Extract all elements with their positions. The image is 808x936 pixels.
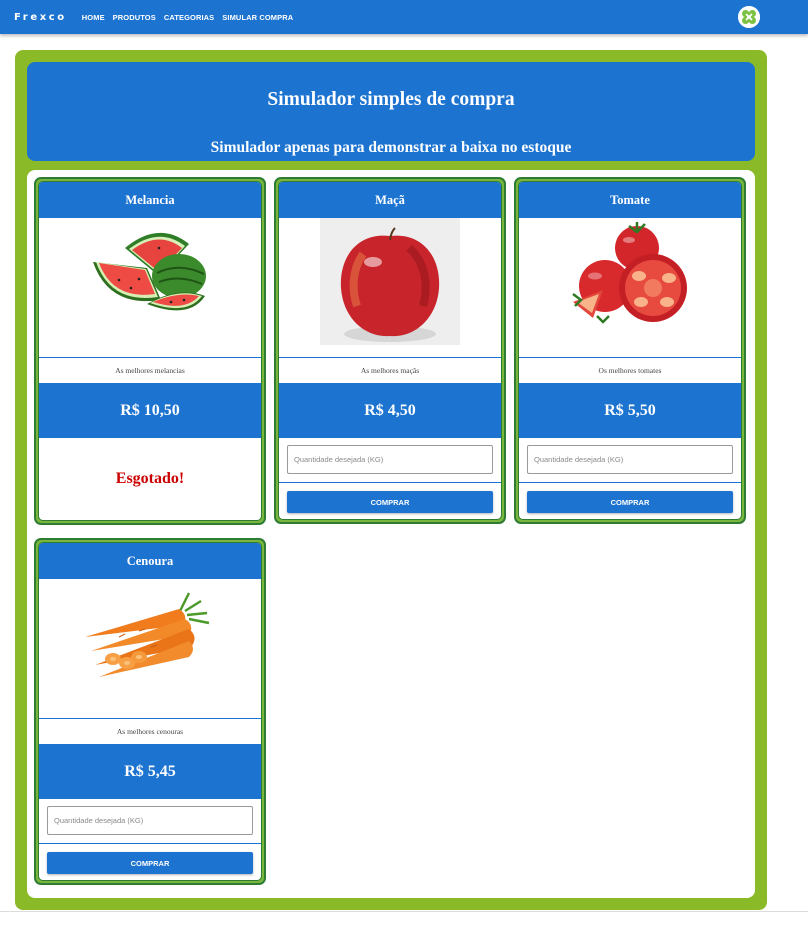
product-name: Maçã: [279, 182, 501, 218]
page-divider: [0, 911, 808, 912]
product-description: Os melhores tomates: [519, 358, 741, 384]
quantity-field-wrapper: [519, 438, 741, 483]
quantity-field-wrapper: [39, 799, 261, 844]
clover-logo-icon[interactable]: [738, 6, 760, 28]
product-price: R$ 5,50: [519, 384, 741, 438]
sold-out-label: Esgotado!: [115, 470, 185, 487]
buy-button-wrapper: COMPRAR: [519, 483, 741, 519]
product-card-cenoura: Cenoura As melhores cenouras R$ 5,45 Qua…: [34, 538, 266, 885]
product-description: As melhores cenouras: [39, 719, 261, 745]
nav-link-categorias[interactable]: CATEGORIAS: [164, 13, 214, 22]
nav-link-home[interactable]: HOME: [82, 13, 105, 22]
product-name: Tomate: [519, 182, 741, 218]
watermelon-image: [39, 218, 261, 358]
product-card-maca: Maçã As melhores maçãs R$ 4,50 Quantidad…: [274, 177, 506, 524]
quantity-input[interactable]: [287, 445, 493, 474]
product-card-melancia: Melancia As melhores melancias R$ 10,50 …: [34, 177, 266, 525]
quantity-field-wrapper: [279, 438, 501, 483]
navbar: Frexco HOME PRODUTOS CATEGORIAS SIMULAR …: [0, 0, 808, 34]
product-card-tomate: Tomate Os melhores tomates R$ 5,50 Quant…: [514, 177, 746, 524]
simulator-frame: Simulador simples de compra Simulador ap…: [15, 50, 767, 910]
page-title: Simulador simples de compra: [267, 89, 515, 110]
page-subtitle: Simulador apenas para demonstrar a baixa…: [210, 139, 572, 156]
product-name: Cenoura: [39, 543, 261, 579]
apple-image: [279, 218, 501, 358]
product-description: As melhores melancias: [39, 358, 261, 384]
buy-button-wrapper: COMPRAR: [279, 483, 501, 519]
quantity-input[interactable]: [527, 445, 733, 474]
buy-button[interactable]: COMPRAR: [47, 852, 253, 874]
buy-button[interactable]: COMPRAR: [527, 491, 733, 513]
nav-link-simular-compra[interactable]: SIMULAR COMPRA: [222, 13, 293, 22]
products-panel: Melancia As melhores melancias R$ 10,50 …: [27, 170, 755, 898]
hero-banner: Simulador simples de compra Simulador ap…: [27, 62, 755, 161]
product-price: R$ 4,50: [279, 384, 501, 438]
carrot-image: [39, 579, 261, 719]
product-price: R$ 5,45: [39, 745, 261, 799]
buy-button[interactable]: COMPRAR: [287, 491, 493, 513]
product-name: Melancia: [39, 182, 261, 218]
quantity-input[interactable]: [47, 806, 253, 835]
nav-links: HOME PRODUTOS CATEGORIAS SIMULAR COMPRA: [82, 13, 294, 22]
nav-link-produtos[interactable]: PRODUTOS: [113, 13, 156, 22]
product-price: R$ 10,50: [39, 384, 261, 438]
tomato-image: [519, 218, 741, 358]
buy-button-wrapper: COMPRAR: [39, 844, 261, 880]
brand-logo-text[interactable]: Frexco: [14, 12, 67, 23]
product-description: As melhores maçãs: [279, 358, 501, 384]
